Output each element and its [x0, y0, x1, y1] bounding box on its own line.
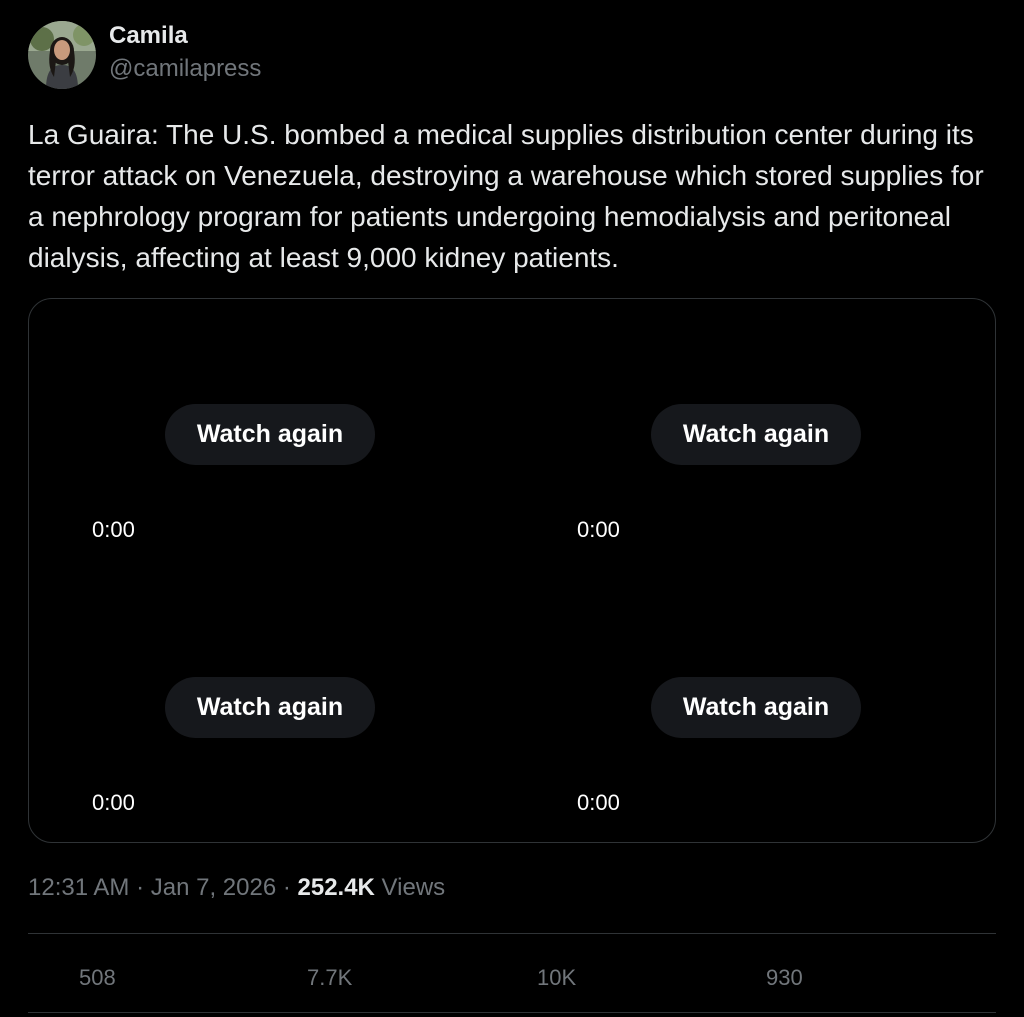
meta-separator: ·	[276, 874, 298, 901]
reply-count: 508	[79, 965, 116, 990]
watch-again-button[interactable]: Watch again	[165, 677, 375, 738]
tweet-time[interactable]: 12:31 AM	[28, 874, 129, 901]
video-player[interactable]: Watch again 0:00	[514, 572, 995, 842]
views-label: Views	[374, 874, 446, 901]
avatar-photo	[28, 21, 96, 89]
action-bar: 508 7.7K 10K 930	[28, 958, 996, 998]
video-timestamp: 0:00	[92, 517, 135, 542]
watch-again-button[interactable]: Watch again	[651, 677, 861, 738]
views-count: 252.4K	[297, 874, 375, 901]
author-display-name[interactable]: Camila	[109, 19, 261, 53]
tweet-meta: 12:31 AM · Jan 7, 2026 · 252.4K Views	[28, 872, 445, 904]
media-grid: Watch again 0:00 Watch again 0:00 Watch …	[28, 298, 996, 843]
reply-button[interactable]: 508	[79, 958, 116, 998]
watch-again-button[interactable]: Watch again	[165, 404, 375, 465]
meta-separator: ·	[129, 874, 151, 901]
bookmark-count: 930	[766, 965, 803, 990]
like-count: 10K	[537, 965, 577, 990]
tweet-text: La Guaira: The U.S. bombed a medical sup…	[28, 119, 984, 273]
video-player[interactable]: Watch again 0:00	[29, 299, 512, 570]
video-player[interactable]: Watch again 0:00	[29, 572, 512, 842]
video-timestamp: 0:00	[92, 790, 135, 815]
video-player[interactable]: Watch again 0:00	[514, 299, 995, 570]
avatar[interactable]	[28, 21, 96, 89]
divider	[28, 933, 996, 934]
video-timestamp: 0:00	[577, 517, 620, 542]
divider	[28, 1012, 996, 1013]
bookmark-button[interactable]: 930	[766, 958, 803, 998]
author-handle[interactable]: @camilapress	[109, 53, 261, 85]
tweet-header: Camila @camilapress	[28, 20, 261, 90]
repost-count: 7.7K	[307, 965, 353, 990]
like-button[interactable]: 10K	[537, 958, 576, 998]
video-timestamp: 0:00	[577, 790, 620, 815]
watch-again-button[interactable]: Watch again	[651, 404, 861, 465]
author-names: Camila @camilapress	[109, 19, 261, 85]
repost-button[interactable]: 7.7K	[307, 958, 352, 998]
tweet-date[interactable]: Jan 7, 2026	[151, 874, 276, 901]
